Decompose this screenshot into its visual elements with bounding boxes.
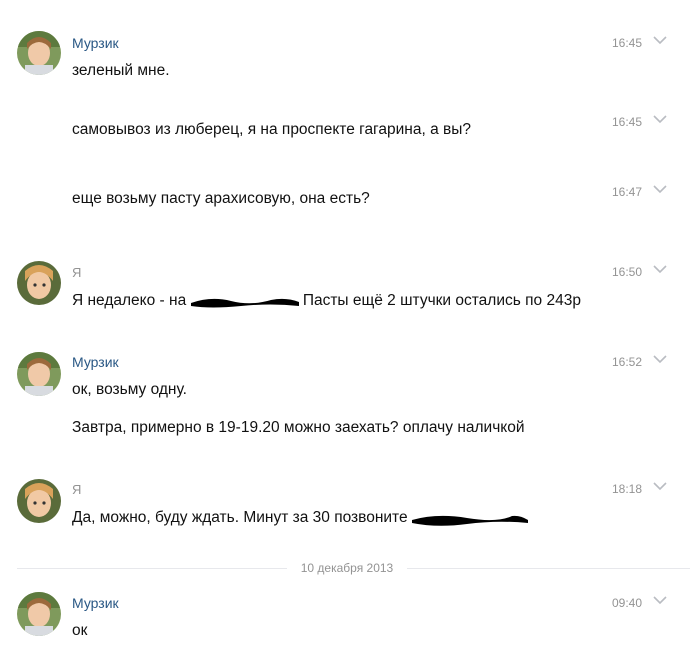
message-text-part: Да, можно, буду ждать. Минут за 30 позво…: [72, 509, 412, 526]
message-text: зеленый мне.: [72, 62, 170, 79]
chevron-down-icon[interactable]: [653, 36, 667, 45]
chevron-down-icon[interactable]: [653, 265, 667, 274]
chevron-down-icon[interactable]: [653, 115, 667, 124]
message-time[interactable]: 16:52: [612, 355, 642, 369]
message-text: Завтра, примерно в 19-19.20 можно заехат…: [72, 419, 525, 436]
message-time[interactable]: 09:40: [612, 596, 642, 610]
author-name[interactable]: Мурзик: [72, 595, 119, 611]
message-text: самовывоз из люберец, я на проспекте гаг…: [72, 121, 471, 138]
chevron-down-icon[interactable]: [653, 355, 667, 364]
chevron-down-icon[interactable]: [653, 185, 667, 194]
message-text: Да, можно, буду ждать. Минут за 30 позво…: [72, 509, 528, 527]
chevron-down-icon[interactable]: [653, 596, 667, 605]
author-name[interactable]: Мурзик: [72, 35, 119, 51]
chevron-down-icon[interactable]: [653, 482, 667, 491]
redaction-scribble: [190, 298, 299, 308]
redaction-scribble: [411, 515, 528, 526]
avatar[interactable]: [17, 479, 61, 523]
message-time[interactable]: 16:50: [612, 265, 642, 279]
message-text: ок: [72, 622, 88, 639]
author-name[interactable]: Я: [72, 482, 81, 497]
author-name[interactable]: Я: [72, 265, 81, 280]
message-text-part: Пасты ещё 2 штучки остались по 243р: [298, 292, 581, 309]
message-time[interactable]: 18:18: [612, 482, 642, 496]
message-text: еще возьму пасту арахисовую, она есть?: [72, 190, 370, 207]
date-divider: 10 декабря 2013: [0, 561, 694, 575]
message-text: ок, возьму одну.: [72, 381, 187, 398]
avatar[interactable]: [17, 261, 61, 305]
message-text: Я недалеко - на Пасты ещё 2 штучки остал…: [72, 292, 581, 310]
author-name[interactable]: Мурзик: [72, 354, 119, 370]
date-divider-label: 10 декабря 2013: [286, 561, 408, 575]
message-text-part: Я недалеко - на: [72, 292, 191, 309]
message-time[interactable]: 16:47: [612, 185, 642, 199]
avatar[interactable]: [17, 352, 61, 396]
message-time[interactable]: 16:45: [612, 115, 642, 129]
message-time[interactable]: 16:45: [612, 36, 642, 50]
avatar[interactable]: [17, 31, 61, 75]
avatar[interactable]: [17, 592, 61, 636]
